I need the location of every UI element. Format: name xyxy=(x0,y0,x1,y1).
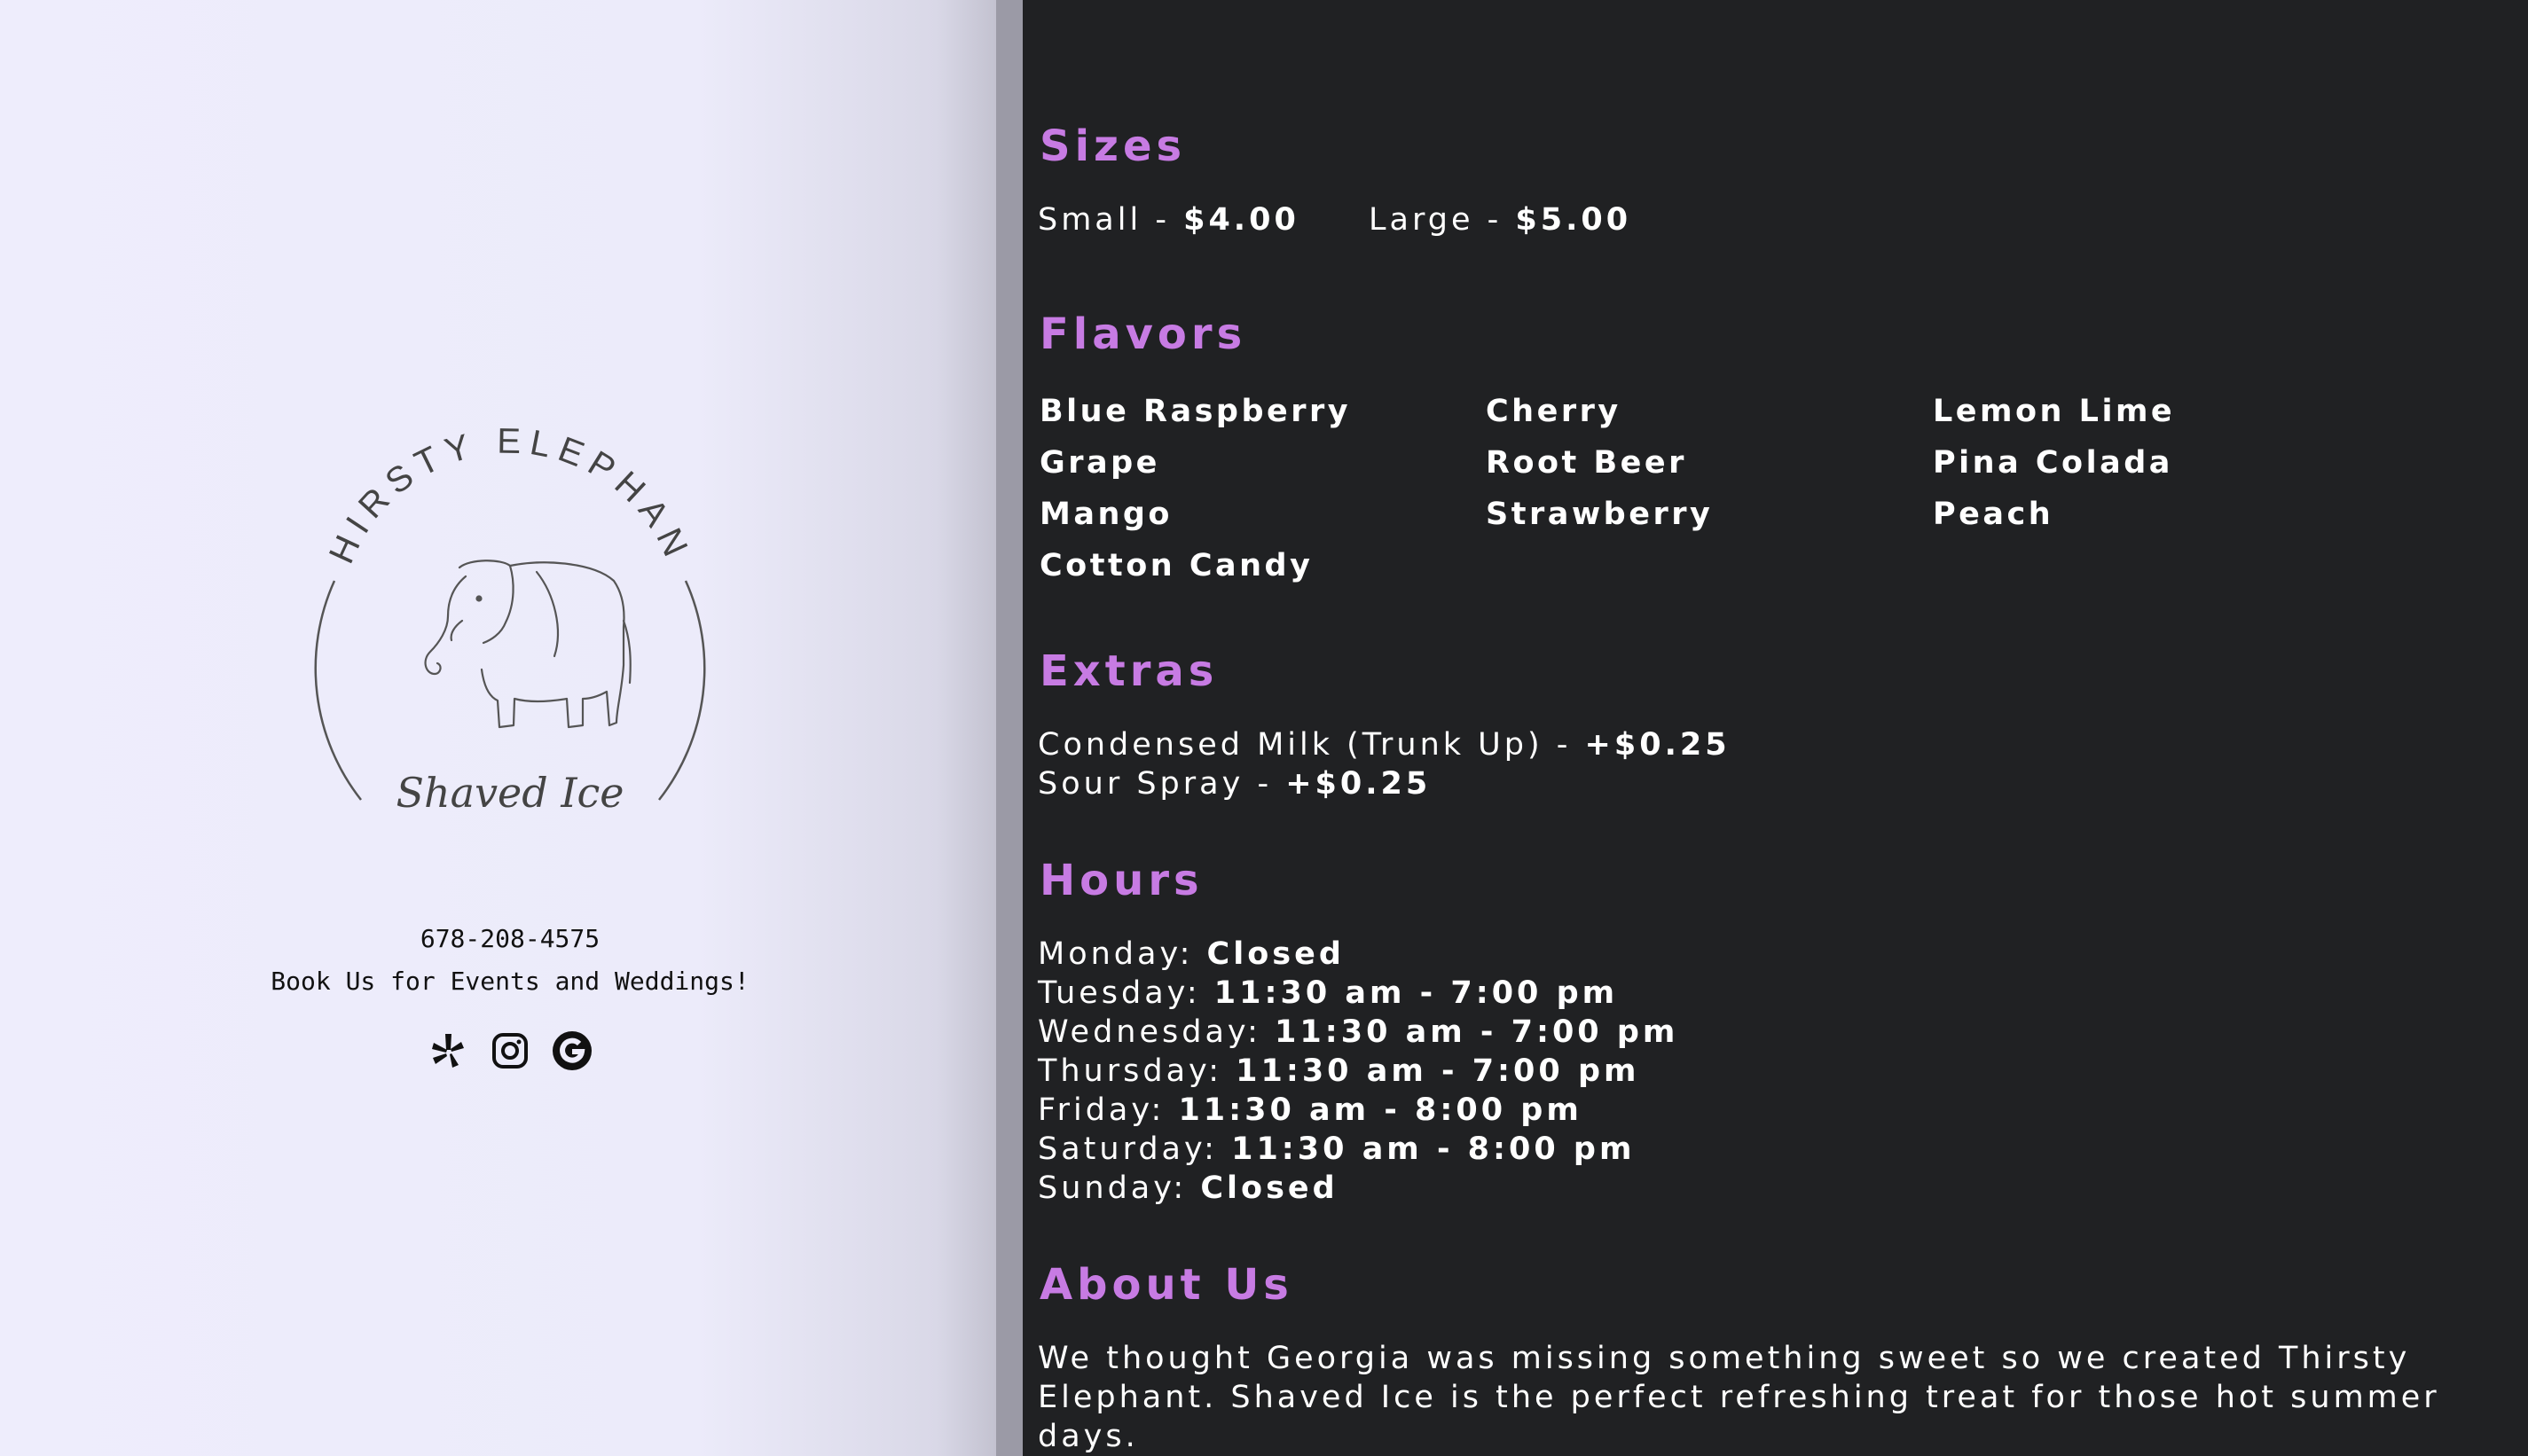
booking-tagline: Book Us for Events and Weddings! xyxy=(271,967,750,996)
yelp-icon[interactable] xyxy=(428,1029,468,1073)
hours-row: Saturday: 11:30 am - 8:00 pm xyxy=(1038,1131,1636,1167)
size-large: Large - $5.00 xyxy=(1369,202,1632,238)
instagram-icon[interactable] xyxy=(490,1029,530,1073)
flavor-item: Strawberry xyxy=(1486,497,1714,532)
flavor-item: Cherry xyxy=(1486,394,1621,429)
google-icon[interactable] xyxy=(552,1029,593,1073)
hours-heading: Hours xyxy=(1040,856,1204,905)
extra-item: Sour Spray - +$0.25 xyxy=(1038,766,1432,802)
flavors-heading: Flavors xyxy=(1040,309,1247,359)
flavor-item: Root Beer xyxy=(1486,445,1687,481)
elephant-icon xyxy=(424,560,632,729)
brand-panel: THIRSTY ELEPHANT Shaved Ice 678-208-4575… xyxy=(0,0,996,1456)
social-links xyxy=(0,1029,1020,1073)
logo-script-text: Shaved Ice xyxy=(396,769,624,817)
hours-row: Friday: 11:30 am - 8:00 pm xyxy=(1038,1092,1582,1128)
extras-heading: Extras xyxy=(1040,646,1219,696)
extra-item: Condensed Milk (Trunk Up) - +$0.25 xyxy=(1038,727,1731,763)
logo: THIRSTY ELEPHANT Shaved Ice xyxy=(288,417,706,817)
phone-number[interactable]: 678-208-4575 xyxy=(0,924,1020,953)
panel-divider xyxy=(996,0,1023,1456)
about-text-line: We thought Georgia was missing something… xyxy=(1038,1341,2411,1376)
flavor-item: Lemon Lime xyxy=(1933,394,2176,429)
hours-row: Monday: Closed xyxy=(1038,936,1345,972)
about-heading: About Us xyxy=(1040,1260,1293,1310)
flavor-item: Blue Raspberry xyxy=(1040,394,1352,429)
flavor-item: Cotton Candy xyxy=(1040,548,1314,583)
hours-row: Wednesday: 11:30 am - 7:00 pm xyxy=(1038,1014,1679,1050)
about-text-line: Elephant. Shaved Ice is the perfect refr… xyxy=(1038,1380,2440,1415)
flavor-item: Grape xyxy=(1040,445,1160,481)
flavor-item: Peach xyxy=(1933,497,2054,532)
flavor-item: Mango xyxy=(1040,497,1173,532)
hours-row: Sunday: Closed xyxy=(1038,1170,1339,1206)
size-small: Small - $4.00 xyxy=(1038,202,1299,238)
flavor-item: Pina Colada xyxy=(1933,445,2173,481)
hours-row: Thursday: 11:30 am - 7:00 pm xyxy=(1038,1053,1640,1089)
sizes-heading: Sizes xyxy=(1040,121,1187,171)
menu-panel: Sizes Small - $4.00 Large - $5.00 Flavor… xyxy=(1023,0,2528,1456)
hours-row: Tuesday: 11:30 am - 7:00 pm xyxy=(1038,975,1619,1011)
sizes-row: Small - $4.00 Large - $5.00 xyxy=(1038,202,1628,238)
about-text-line: days. xyxy=(1038,1419,1139,1454)
logo-arc-text: THIRSTY ELEPHANT xyxy=(288,417,698,569)
